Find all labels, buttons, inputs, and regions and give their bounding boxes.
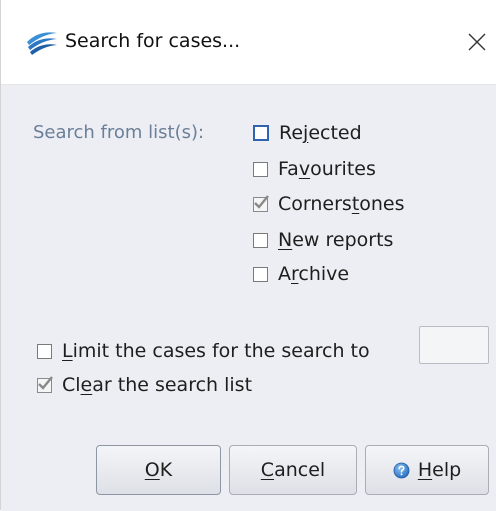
checkbox-box[interactable] [253,232,268,248]
checkbox-rejected[interactable]: Rejected [253,118,362,148]
search-lists-label: Search from list(s): [33,122,205,143]
cancel-button-label: Cancel [260,459,326,481]
checkbox-box[interactable] [253,194,269,212]
search-for-cases-dialog: Search for cases... Search from list(s):… [0,0,496,511]
ok-button-label: OK [144,459,173,481]
checkbox-label: New reports [278,229,394,251]
checkmark-icon [254,194,269,209]
window-title: Search for cases... [65,30,241,52]
checkbox-box[interactable] [37,375,53,393]
close-icon [468,33,486,51]
checkbox-label: Limit the cases for the search to [62,340,370,362]
title-bar: Search for cases... [1,0,496,84]
help-icon [393,462,410,478]
checkbox-label: Clear the search list [62,374,253,396]
checkbox-box[interactable] [253,161,268,177]
swoosh-logo-icon [27,32,57,55]
cancel-button[interactable]: Cancel [229,445,357,495]
help-button[interactable]: Help [365,445,489,495]
checkbox-label: Favourites [278,158,376,180]
help-button-label: Help [417,459,462,481]
checkbox-archive[interactable]: Archive [253,259,349,289]
checkbox-box[interactable] [253,125,269,141]
checkbox-label: Cornerstones [278,193,405,215]
close-button[interactable] [459,24,495,60]
checkbox-cornerstones[interactable]: Cornerstones [253,189,405,219]
checkbox-label: Archive [278,263,350,285]
checkbox-box[interactable] [37,343,52,359]
checkbox-favourites[interactable]: Favourites [253,154,376,184]
checkbox-label: Rejected [279,122,362,144]
checkbox-box[interactable] [253,266,268,282]
checkbox-new-reports[interactable]: New reports [253,225,393,255]
checkbox-clear-search-list[interactable]: Clear the search list [37,370,252,400]
checkmark-icon [38,375,53,390]
ok-button[interactable]: OK [96,445,221,495]
limit-count-input[interactable] [419,326,489,364]
checkbox-limit-cases[interactable]: Limit the cases for the search to [37,336,370,366]
